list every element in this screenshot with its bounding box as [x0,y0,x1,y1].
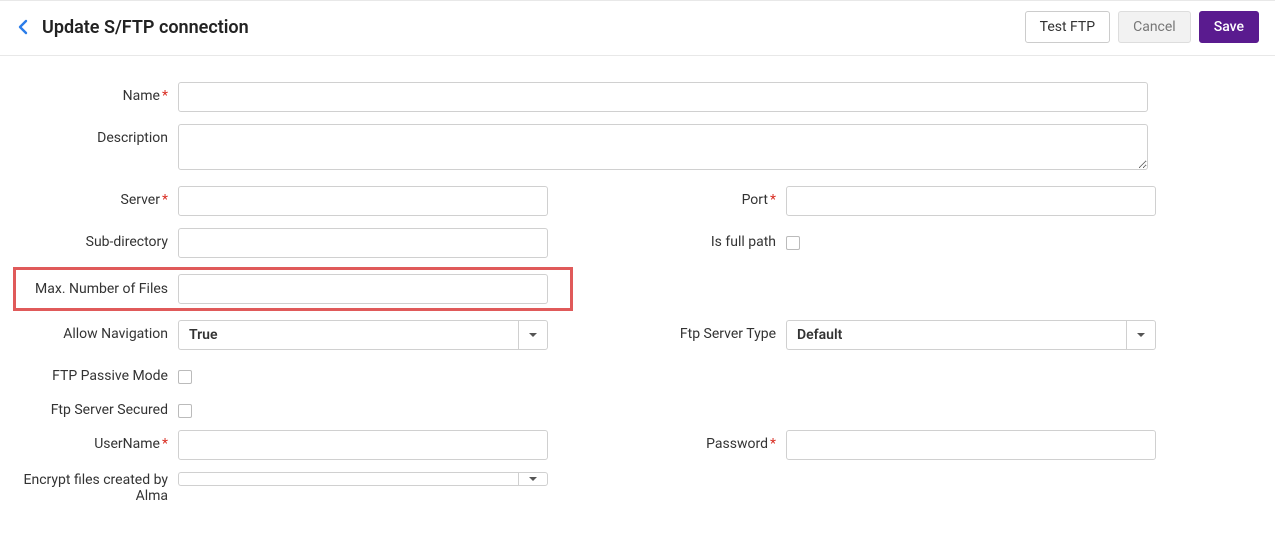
row-server: Server* [0,180,548,222]
encrypt-files-select[interactable] [178,472,548,486]
is-full-path-checkbox[interactable] [786,236,800,250]
label-port: Port* [556,186,786,208]
row-max-files-highlighted: Max. Number of Files [13,267,573,311]
max-files-input[interactable] [178,274,548,304]
label-max-files: Max. Number of Files [16,281,178,297]
label-password: Password* [556,430,786,452]
back-icon[interactable] [16,19,32,35]
ftp-server-type-select[interactable]: Default [786,320,1156,350]
label-server: Server* [0,186,178,208]
server-input[interactable] [178,186,548,216]
allow-navigation-select[interactable]: True [178,320,548,350]
required-icon: * [770,192,776,208]
header-left: Update S/FTP connection [16,17,249,38]
encrypt-files-value [178,472,518,486]
required-icon: * [162,192,168,208]
label-sub-directory: Sub-directory [0,228,178,250]
label-description: Description [0,124,178,146]
cancel-button[interactable]: Cancel [1118,11,1191,43]
ftp-server-type-value: Default [786,320,1126,350]
row-sub-directory: Sub-directory [0,222,548,264]
label-is-full-path: Is full path [556,228,786,250]
label-username: UserName* [0,430,178,452]
chevron-down-icon[interactable] [1126,320,1156,350]
page-title: Update S/FTP connection [42,17,249,38]
required-icon: * [162,88,168,104]
row-ftp-server-type: Ftp Server Type Default [548,314,1156,356]
row-encrypt-files: Encrypt files created by Alma [0,466,548,510]
username-input[interactable] [178,430,548,460]
label-ftp-passive-mode: FTP Passive Mode [0,362,178,384]
password-input[interactable] [786,430,1156,460]
description-textarea[interactable] [178,124,1148,170]
label-ftp-server-type: Ftp Server Type [556,320,786,342]
row-is-full-path: Is full path [548,222,1156,264]
label-name: Name* [0,82,178,104]
row-ftp-passive-mode: FTP Passive Mode [0,356,548,390]
page-header: Update S/FTP connection Test FTP Cancel … [0,0,1275,56]
chevron-down-icon[interactable] [518,320,548,350]
header-actions: Test FTP Cancel Save [1025,11,1259,43]
row-name: Name* [0,76,1275,118]
allow-navigation-value: True [178,320,518,350]
label-allow-navigation: Allow Navigation [0,320,178,342]
chevron-down-icon[interactable] [518,472,548,486]
form: Name* Description Server* Port* Sub-dire… [0,56,1275,540]
name-input[interactable] [178,82,1148,112]
sub-directory-input[interactable] [178,228,548,258]
label-encrypt-files: Encrypt files created by Alma [0,472,178,504]
row-password: Password* [548,424,1156,466]
port-input[interactable] [786,186,1156,216]
row-ftp-server-secured: Ftp Server Secured [0,390,548,424]
row-allow-navigation: Allow Navigation True [0,314,548,356]
required-icon: * [162,436,168,452]
required-icon: * [770,436,776,452]
ftp-passive-mode-checkbox[interactable] [178,370,192,384]
row-description: Description [0,118,1275,180]
save-button[interactable]: Save [1199,11,1259,43]
row-port: Port* [548,180,1156,222]
test-ftp-button[interactable]: Test FTP [1025,11,1110,43]
ftp-server-secured-checkbox[interactable] [178,404,192,418]
label-ftp-server-secured: Ftp Server Secured [0,396,178,418]
row-username: UserName* [0,424,548,466]
